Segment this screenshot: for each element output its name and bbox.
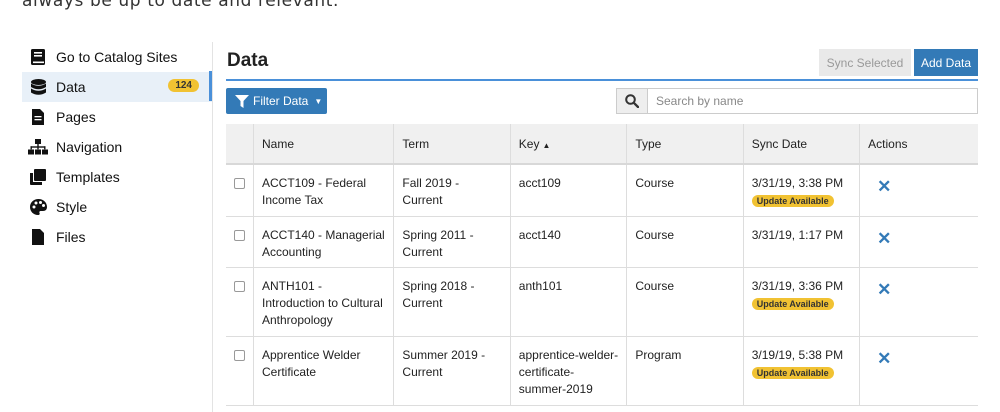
row-term: Spring 2011 - Current	[393, 216, 511, 268]
clone-icon	[28, 169, 48, 185]
row-sync-date: 3/31/19, 3:36 PM	[751, 278, 844, 293]
column-header-term[interactable]: Term	[393, 124, 511, 165]
update-available-badge: Update Available	[751, 366, 834, 379]
table-row: ANTH101 - Introduction to Cultural Anthr…	[226, 267, 978, 337]
update-available-badge: Update Available	[751, 297, 834, 310]
row-type: Program	[626, 336, 744, 406]
row-checkbox[interactable]	[234, 349, 245, 361]
table-row: Apprentice Welder Certificate Summer 201…	[226, 336, 978, 406]
row-sync-date: 3/31/19, 1:17 PM	[751, 227, 844, 242]
search-box	[616, 88, 978, 114]
sidebar-item-data[interactable]: Data 124	[22, 72, 212, 102]
column-header-type[interactable]: Type	[626, 124, 744, 165]
column-header-actions: Actions	[859, 124, 978, 165]
row-checkbox[interactable]	[234, 178, 245, 189]
sitemap-icon	[28, 139, 48, 155]
intro-text: always be up to date and relevant.	[22, 0, 339, 11]
sidebar-item-templates[interactable]: Templates	[22, 162, 212, 192]
row-key: acct109	[510, 164, 628, 217]
database-icon	[28, 78, 48, 96]
row-key: acct140	[510, 216, 628, 268]
row-type: Course	[626, 216, 744, 268]
sync-selected-button[interactable]: Sync Selected	[819, 49, 911, 76]
row-name: Apprentice Welder Certificate	[253, 336, 395, 406]
search-input[interactable]	[648, 89, 977, 113]
book-icon	[28, 49, 48, 65]
data-table: Name Term Key ▲ Type Sync Date Actions AC…	[226, 124, 978, 406]
page-title: Data	[227, 50, 269, 71]
search-icon[interactable]	[617, 89, 648, 113]
row-key: apprentice-welder-certificate-summer-201…	[510, 336, 628, 406]
row-sync-date: 3/19/19, 5:38 PM	[751, 347, 844, 362]
row-sync-date: 3/31/19, 3:38 PM	[751, 176, 844, 190]
row-checkbox[interactable]	[234, 280, 245, 292]
sidebar: Go to Catalog Sites Data 124 Pages Navig…	[22, 42, 212, 252]
remove-icon[interactable]: ✕	[877, 230, 891, 247]
table-row: ACCT140 - Managerial Accounting Spring 2…	[226, 216, 978, 268]
row-term: Spring 2018 - Current	[393, 267, 511, 337]
file-icon	[28, 109, 48, 125]
data-count-badge: 124	[168, 79, 199, 92]
column-header-name[interactable]: Name	[253, 124, 395, 165]
row-name: ANTH101 - Introduction to Cultural Anthr…	[253, 267, 395, 337]
filter-data-button[interactable]: Filter Data ▼	[226, 88, 327, 114]
row-name: ACCT140 - Managerial Accounting	[253, 216, 395, 268]
table-header-row: Name Term Key ▲ Type Sync Date Actions	[226, 124, 978, 165]
title-underline	[226, 79, 978, 81]
sidebar-item-style[interactable]: Style	[22, 192, 212, 222]
column-header-key[interactable]: Key ▲	[510, 124, 628, 165]
palette-icon	[28, 199, 48, 215]
row-key: anth101	[510, 267, 628, 337]
add-data-button[interactable]: Add Data	[914, 49, 978, 76]
row-type: Course	[626, 267, 744, 337]
file-icon	[28, 229, 48, 245]
remove-icon[interactable]: ✕	[877, 281, 891, 298]
column-header-sync-date[interactable]: Sync Date	[743, 124, 861, 165]
filter-icon	[235, 94, 249, 108]
sidebar-item-files[interactable]: Files	[22, 222, 212, 252]
remove-icon[interactable]: ✕	[877, 178, 891, 195]
table-row: ACCT109 - Federal Income Tax Fall 2019 -…	[226, 164, 978, 217]
remove-icon[interactable]: ✕	[877, 350, 891, 367]
sidebar-item-navigation[interactable]: Navigation	[22, 132, 212, 162]
row-term: Fall 2019 - Current	[393, 164, 511, 217]
sidebar-divider	[212, 42, 213, 412]
row-name: ACCT109 - Federal Income Tax	[253, 164, 395, 217]
caret-down-icon: ▼	[314, 96, 323, 106]
sort-ascending-icon: ▲	[542, 140, 551, 150]
select-all-column	[226, 124, 254, 165]
sidebar-item-pages[interactable]: Pages	[22, 102, 212, 132]
sidebar-item-catalog-sites[interactable]: Go to Catalog Sites	[22, 42, 212, 72]
row-type: Course	[626, 164, 744, 217]
row-checkbox[interactable]	[234, 229, 245, 241]
update-available-badge: Update Available	[751, 195, 834, 207]
active-indicator	[209, 71, 212, 101]
row-term: Summer 2019 - Current	[393, 336, 511, 406]
